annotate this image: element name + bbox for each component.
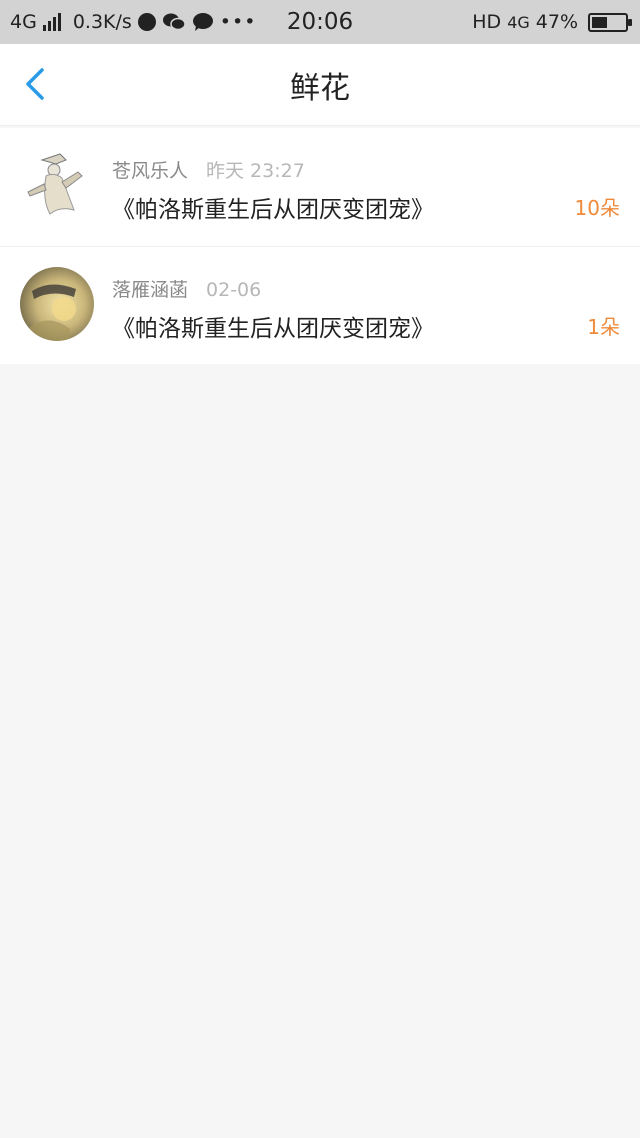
status-bar: 4G 0.3K/s ••• 20:06 HD 4G 47% xyxy=(0,0,640,44)
timestamp: 昨天 23:27 xyxy=(206,160,305,182)
timestamp: 02-06 xyxy=(206,279,262,301)
page-title: 鲜花 xyxy=(290,71,350,106)
flower-meta: 落雁涵菡 02-06 xyxy=(112,275,261,302)
list-item[interactable]: 落雁涵菡 02-06 《帕洛斯重生后从团厌变团宠》 1朵 xyxy=(0,246,640,364)
user-name[interactable]: 苍风乐人 xyxy=(112,160,188,182)
book-title[interactable]: 《帕洛斯重生后从团厌变团宠》 xyxy=(112,190,434,224)
flower-meta: 苍风乐人 昨天 23:27 xyxy=(112,156,305,183)
flower-count: 1朵 xyxy=(587,315,620,339)
avatar[interactable] xyxy=(20,267,94,341)
avatar-image xyxy=(20,267,94,341)
status-right: HD 4G 47% xyxy=(472,0,632,44)
battery-icon xyxy=(588,12,632,32)
flower-list: 苍风乐人 昨天 23:27 《帕洛斯重生后从团厌变团宠》 10朵 落雁涵菡 02… xyxy=(0,128,640,364)
avatar[interactable] xyxy=(20,148,94,222)
nav-bar: 鲜花 xyxy=(0,44,640,126)
avatar-image xyxy=(20,148,94,222)
network-right-label: 4G xyxy=(507,12,530,32)
battery-percent: 47% xyxy=(535,11,578,33)
battery-fill xyxy=(592,16,608,28)
user-name[interactable]: 落雁涵菡 xyxy=(112,279,188,301)
flower-count: 10朵 xyxy=(574,196,620,220)
list-item[interactable]: 苍风乐人 昨天 23:27 《帕洛斯重生后从团厌变团宠》 10朵 xyxy=(0,128,640,246)
book-title[interactable]: 《帕洛斯重生后从团厌变团宠》 xyxy=(112,309,434,343)
hd-label: HD xyxy=(472,11,502,33)
